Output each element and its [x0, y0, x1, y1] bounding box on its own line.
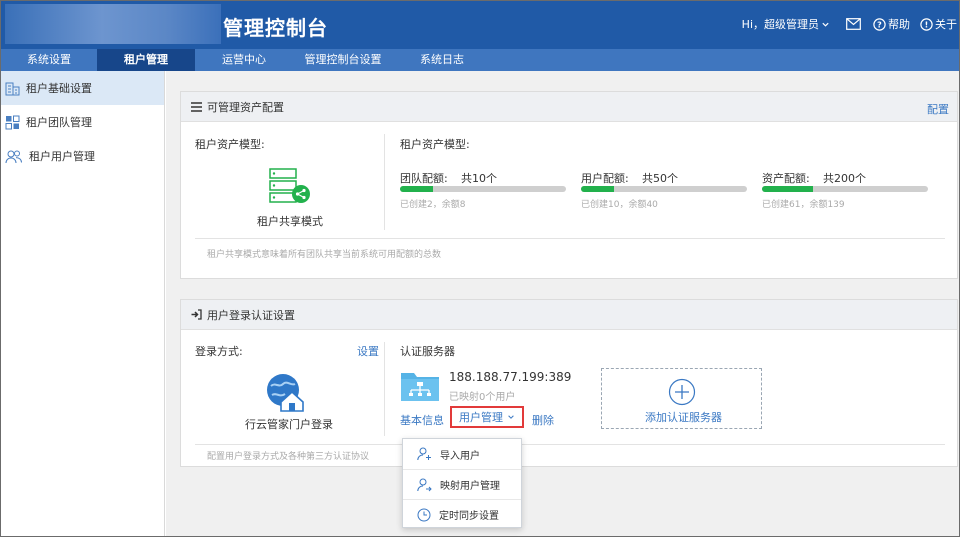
sidebar-item-label: 租户用户管理	[29, 150, 95, 163]
info-icon: !	[920, 17, 933, 31]
basic-info-link[interactable]: 基本信息	[400, 412, 444, 428]
configure-link[interactable]: 配置	[927, 101, 949, 117]
model-name: 租户共享模式	[257, 215, 323, 228]
top-header: 管理控制台 Hi，超级管理员 ? 帮助 ! 关于	[1, 1, 959, 49]
quota-detail-user: 已创建10，余额40	[581, 200, 658, 210]
sidebar-item-tenant-basic[interactable]: 租户基础设置	[1, 71, 164, 105]
quota-detail-team: 已创建2，余额8	[400, 200, 466, 210]
about-button[interactable]: ! 关于	[920, 16, 957, 32]
menu-item-scheduled-sync[interactable]: 定时同步设置	[403, 499, 521, 529]
login-method-set-link[interactable]: 设置	[357, 343, 379, 359]
login-icon	[191, 309, 202, 320]
card-header: 可管理资产配置 配置	[181, 92, 957, 122]
mail-icon	[846, 18, 861, 30]
chevron-down-icon	[822, 22, 829, 27]
tab-system-settings[interactable]: 系统设置	[1, 49, 97, 71]
grid-icon	[5, 115, 20, 129]
model-label-right: 租户资产模型:	[400, 138, 470, 151]
auth-server-ip: 188.188.77.199:389	[449, 370, 572, 384]
user-add-icon	[417, 447, 431, 461]
logo	[5, 4, 221, 44]
quota-detail-asset: 已创建61，余额139	[762, 200, 845, 210]
quota-label-asset: 资产配额:	[762, 172, 810, 185]
clock-icon	[417, 508, 431, 521]
user-menu[interactable]: Hi，超级管理员	[742, 16, 830, 32]
quota-bar-asset	[762, 186, 928, 192]
quota-total-asset: 共200个	[823, 172, 866, 185]
tab-operations-center[interactable]: 运营中心	[195, 49, 293, 71]
delete-link[interactable]: 删除	[532, 412, 554, 428]
folder-network-icon	[401, 373, 439, 401]
add-auth-server-label: 添加认证服务器	[645, 411, 722, 424]
user-management-label: 用户管理	[459, 411, 503, 424]
sidebar: 租户基础设置 租户团队管理 租户用户管理	[1, 71, 165, 536]
auth-server-mapped: 已映射0个用户	[449, 392, 516, 403]
header-actions: Hi，超级管理员 ? 帮助 ! 关于	[742, 16, 959, 32]
asset-config-card: 可管理资产配置 配置 租户资产模型: 租户共享模式 租户资产模型: 团队配额: …	[180, 91, 958, 279]
asset-note: 租户共享模式意味着所有团队共享当前系统可用配额的总数	[207, 250, 442, 260]
user-greeting: Hi，超级管理员	[741, 18, 819, 31]
user-management-menu: 导入用户 映射用户管理 定时同步设置	[402, 438, 522, 528]
chevron-down-icon	[508, 415, 514, 419]
list-icon	[191, 101, 202, 112]
divider	[195, 444, 945, 445]
login-method-name: 行云管家门户登录	[245, 418, 333, 431]
message-button[interactable]	[846, 18, 861, 30]
quota-bar-team	[400, 186, 566, 192]
divider	[195, 238, 945, 239]
login-note: 配置用户登录方式及各种第三方认证协议	[207, 452, 370, 462]
quota-total-user: 共50个	[642, 172, 678, 185]
card-title: 用户登录认证设置	[207, 308, 295, 322]
building-icon	[5, 82, 20, 95]
menu-item-label: 导入用户	[440, 450, 480, 462]
app-title: 管理控制台	[223, 16, 328, 40]
user-management-dropdown[interactable]: 用户管理	[450, 406, 524, 428]
sidebar-item-tenant-team[interactable]: 租户团队管理	[1, 105, 164, 139]
user-map-icon	[417, 478, 432, 491]
tab-console-settings[interactable]: 管理控制台设置	[293, 49, 393, 71]
add-auth-server-button[interactable]: 添加认证服务器	[601, 368, 762, 429]
menu-item-mapped-users[interactable]: 映射用户管理	[403, 469, 521, 499]
about-label: 关于	[935, 18, 957, 31]
login-auth-card: 用户登录认证设置 登录方式: 设置 行云管家门户登录 认证服务器 188.188…	[180, 299, 958, 467]
help-icon: ?	[873, 17, 886, 31]
sidebar-item-label: 租户基础设置	[26, 82, 92, 95]
sidebar-item-label: 租户团队管理	[26, 116, 92, 129]
help-label: 帮助	[888, 18, 910, 31]
quota-label-team: 团队配额:	[400, 172, 448, 185]
card-header: 用户登录认证设置	[181, 300, 957, 330]
server-share-icon	[269, 168, 310, 203]
quota-label-user: 用户配额:	[581, 172, 629, 185]
users-icon	[5, 150, 22, 163]
plus-circle-icon	[668, 378, 696, 406]
divider	[384, 342, 385, 436]
svg-text:!: !	[925, 20, 929, 29]
main-content: 可管理资产配置 配置 租户资产模型: 租户共享模式 租户资产模型: 团队配额: …	[166, 71, 959, 536]
divider	[384, 134, 385, 230]
help-button[interactable]: ? 帮助	[873, 16, 910, 32]
cloud-home-icon	[267, 374, 304, 412]
model-label: 租户资产模型:	[195, 138, 265, 151]
quota-bar-user	[581, 186, 747, 192]
login-method-label: 登录方式:	[195, 345, 243, 358]
quota-total-team: 共10个	[461, 172, 497, 185]
sidebar-item-tenant-users[interactable]: 租户用户管理	[1, 139, 164, 173]
menu-item-label: 映射用户管理	[440, 481, 500, 492]
tab-system-logs[interactable]: 系统日志	[393, 49, 491, 71]
menu-item-import-users[interactable]: 导入用户	[403, 439, 521, 469]
svg-text:?: ?	[877, 20, 882, 29]
main-nav: 系统设置 租户管理 运营中心 管理控制台设置 系统日志	[1, 49, 959, 71]
card-title: 可管理资产配置	[207, 100, 284, 114]
tab-tenant-management[interactable]: 租户管理	[97, 49, 195, 71]
auth-server-label: 认证服务器	[400, 345, 455, 358]
menu-item-label: 定时同步设置	[439, 511, 499, 522]
